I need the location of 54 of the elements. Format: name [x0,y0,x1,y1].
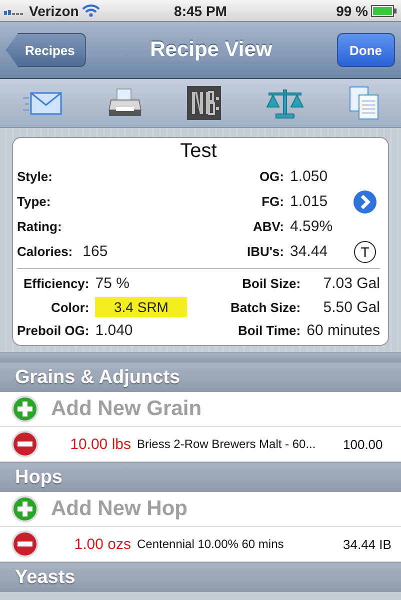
ingredient-amount: 1.00 ozs [73,536,131,552]
field-value: 5.50 Gal [322,298,380,316]
field-value: 1.040 [95,322,134,339]
field-value: 34.44 [290,243,329,260]
screen-title: Recipe View [150,38,272,62]
disclosure-button-icon[interactable] [351,188,379,216]
battery-icon [370,4,397,16]
printer-icon[interactable] [108,88,142,118]
documents-icon[interactable] [348,86,378,120]
field-value: 60 minutes [306,322,380,339]
toggle-button[interactable]: T [354,240,376,262]
ingredient-value: 34.44 IB [343,536,392,552]
color-swatch: 3.4 SRM [95,297,188,317]
done-button[interactable]: Done [336,33,395,67]
section-header: Yeasts [0,562,401,592]
envelope-icon[interactable] [22,90,62,116]
field-label: OG: [258,169,284,184]
wifi-icon [82,4,100,17]
delete-icon[interactable] [11,530,39,558]
delete-icon[interactable] [11,430,39,458]
section-header: Grains & Adjuncts [0,362,401,392]
clock-time: 8:45 PM [174,2,227,18]
ingredient-value: 100.00 [343,436,383,452]
ingredient-name[interactable]: Centennial 10.00% 60 mins [137,537,337,551]
field-label: Boil Size: [241,276,301,291]
recipe-name: Test [179,140,218,164]
back-button[interactable]: Recipes [6,33,86,67]
field-label: Boil Time: [237,323,301,338]
field-value: 7.03 Gal [322,275,380,292]
ingredient-name[interactable]: Briess 2-Row Brewers Malt - 60... [137,437,337,451]
section-header: Hops [0,462,401,492]
field-label: Type: [17,194,51,209]
field-label: Preboil OG: [17,323,90,338]
field-label: ABV: [252,219,284,234]
field-label: IBU's: [246,244,284,259]
ingredient-amount: 10.00 lbs [69,436,131,452]
field-label: Calories: [17,244,73,259]
field-label: FG: [260,194,284,209]
field-label: Color: [50,300,90,314]
add-icon[interactable] [11,495,39,523]
battery-percent: 99 % [336,2,368,18]
field-value: 1.015 [290,193,329,210]
scales-icon[interactable] [266,87,304,119]
logo-icon[interactable] [186,86,220,120]
field-value: 75 % [95,275,130,292]
carrier-name: Verizon [29,2,79,18]
field-label: Rating: [17,219,62,234]
field-label: Efficiency: [22,276,90,291]
field-value: 4.59% [290,218,334,235]
field-label: Batch Size: [230,300,301,314]
field-value: 1.050 [290,168,329,185]
field-value: 165 [82,243,108,260]
add-icon[interactable] [11,395,39,423]
field-label: Style: [17,169,52,184]
